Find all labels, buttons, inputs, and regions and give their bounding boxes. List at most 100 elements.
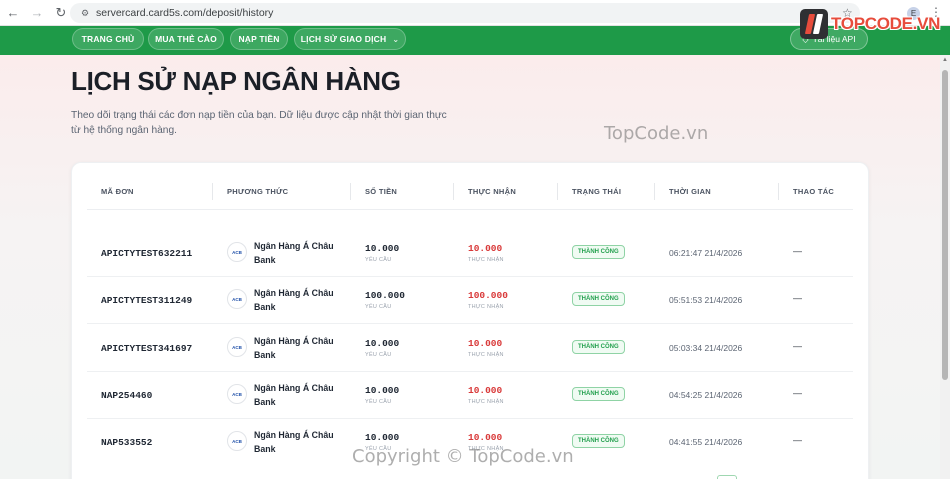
nav-transaction-history-label: LỊCH SỬ GIAO DỊCH (300, 34, 387, 44)
site-info-icon[interactable]: ⚙ (78, 6, 92, 20)
transaction-time: 04:41:55 21/4/2026 (669, 437, 743, 447)
row-divider (87, 276, 853, 277)
received-value: 10.000 (468, 385, 503, 396)
order-id: NAP533552 (101, 437, 153, 448)
column-divider (778, 183, 779, 200)
acb-bank-logo-icon: ACB (227, 337, 247, 357)
received-value: 10.000 (468, 338, 503, 349)
received-value: 100.000 (468, 290, 508, 301)
pagination-button[interactable] (717, 475, 737, 479)
acb-bank-logo-icon: ACB (227, 431, 247, 451)
received-sub-label: THỰC NHẬN (468, 257, 504, 263)
action-placeholder: — (793, 435, 802, 445)
status-badge: THÀNH CÔNG (572, 434, 625, 448)
column-header-received: THỰC NHẬN (468, 187, 517, 196)
amount-sub-label: YÊU CẦU (365, 399, 392, 405)
column-divider (654, 183, 655, 200)
nav-deposit[interactable]: NẠP TIỀN (230, 28, 288, 50)
acb-bank-logo-icon: ACB (227, 242, 247, 262)
nav-home-label: TRANG CHỦ (81, 34, 135, 44)
order-id: APICTYTEST341697 (101, 343, 193, 354)
received-value: 10.000 (468, 243, 503, 254)
reload-icon[interactable]: ↻ (50, 2, 72, 24)
bank-name: Ngân Hàng Á Châu Bank (254, 428, 344, 456)
order-id: NAP254460 (101, 390, 153, 401)
action-placeholder: — (793, 388, 802, 398)
order-id: APICTYTEST632211 (101, 248, 193, 259)
bank-name-line2: Bank (254, 444, 276, 454)
status-badge: THÀNH CÔNG (572, 340, 625, 354)
nav-buy-card-label: MUA THẺ CÀO (155, 34, 217, 44)
bank-name: Ngân Hàng Á Châu Bank (254, 381, 344, 409)
page-scrollbar[interactable]: ▲ (940, 55, 950, 479)
amount-value: 10.000 (365, 338, 400, 349)
nav-buy-card[interactable]: MUA THẺ CÀO (148, 28, 224, 50)
bank-name: Ngân Hàng Á Châu Bank (254, 334, 344, 362)
scroll-up-icon[interactable]: ▲ (942, 57, 948, 63)
topcode-logo-mark-icon (800, 9, 828, 39)
header-divider (87, 209, 853, 210)
amount-value: 10.000 (365, 385, 400, 396)
order-id: APICTYTEST311249 (101, 295, 193, 306)
action-placeholder: — (793, 293, 802, 303)
status-badge: THÀNH CÔNG (572, 245, 625, 259)
watermark-text: TopCode.vn (604, 123, 709, 144)
bank-name-line1: Ngân Hàng Á Châu (254, 383, 334, 393)
nav-transaction-history[interactable]: LỊCH SỬ GIAO DỊCH ⌄ (294, 28, 406, 50)
nav-home[interactable]: TRANG CHỦ (72, 28, 144, 50)
bank-name-line2: Bank (254, 255, 276, 265)
topcode-logo: TOPCODE.VN (800, 8, 940, 40)
transaction-time: 05:03:34 21/4/2026 (669, 343, 743, 353)
row-divider (87, 323, 853, 324)
column-divider (212, 183, 213, 200)
bank-name-line1: Ngân Hàng Á Châu (254, 430, 334, 440)
received-sub-label: THỰC NHẬN (468, 399, 504, 405)
amount-sub-label: YÊU CẦU (365, 257, 392, 263)
bank-name-line2: Bank (254, 397, 276, 407)
received-sub-label: THỰC NHẬN (468, 304, 504, 310)
bank-name-line2: Bank (254, 302, 276, 312)
page-title: LỊCH SỬ NẠP NGÂN HÀNG (71, 66, 401, 96)
column-header-amount: SỐ TIỀN (365, 187, 398, 196)
amount-sub-label: YÊU CẦU (365, 304, 392, 310)
address-bar[interactable]: ⚙ servercard.card5s.com/deposit/history (70, 3, 860, 23)
copyright-watermark: Copyright © TopCode.vn (352, 446, 574, 467)
acb-bank-logo-icon: ACB (227, 289, 247, 309)
column-divider (453, 183, 454, 200)
action-placeholder: — (793, 246, 802, 256)
bank-name-line1: Ngân Hàng Á Châu (254, 241, 334, 251)
transaction-time: 06:21:47 21/4/2026 (669, 248, 743, 258)
bank-name-line1: Ngân Hàng Á Châu (254, 288, 334, 298)
transaction-time: 05:51:53 21/4/2026 (669, 295, 743, 305)
amount-value: 10.000 (365, 243, 400, 254)
row-divider (87, 371, 853, 372)
amount-sub-label: YÊU CẦU (365, 352, 392, 358)
topcode-logo-text: TOPCODE.VN (831, 14, 941, 33)
row-divider (87, 418, 853, 419)
column-divider (350, 183, 351, 200)
bank-name-line1: Ngân Hàng Á Châu (254, 336, 334, 346)
column-header-time: THỜI GIAN (669, 187, 712, 196)
amount-value: 10.000 (365, 432, 400, 443)
bank-name-line2: Bank (254, 350, 276, 360)
received-sub-label: THỰC NHẬN (468, 352, 504, 358)
forward-arrow-icon[interactable]: → (26, 2, 48, 24)
action-placeholder: — (793, 341, 802, 351)
column-header-action: THAO TÁC (793, 187, 835, 196)
status-badge: THÀNH CÔNG (572, 387, 625, 401)
column-header-method: PHƯƠNG THỨC (227, 187, 289, 196)
bank-name: Ngân Hàng Á Châu Bank (254, 239, 344, 267)
url-text[interactable]: servercard.card5s.com/deposit/history (96, 7, 273, 19)
column-divider (557, 183, 558, 200)
nav-deposit-label: NẠP TIỀN (238, 34, 280, 44)
column-header-status: TRẠNG THÁI (572, 187, 622, 196)
back-arrow-icon[interactable]: ← (2, 2, 24, 24)
scrollbar-thumb[interactable] (942, 70, 948, 380)
page-description: Theo dõi trạng thái các đơn nạp tiền của… (71, 110, 447, 136)
bank-name: Ngân Hàng Á Châu Bank (254, 286, 344, 314)
status-badge: THÀNH CÔNG (572, 292, 625, 306)
amount-value: 100.000 (365, 290, 405, 301)
chevron-down-icon: ⌄ (392, 34, 400, 44)
column-header-order-id: MÃ ĐƠN (101, 187, 134, 196)
transaction-time: 04:54:25 21/4/2026 (669, 390, 743, 400)
